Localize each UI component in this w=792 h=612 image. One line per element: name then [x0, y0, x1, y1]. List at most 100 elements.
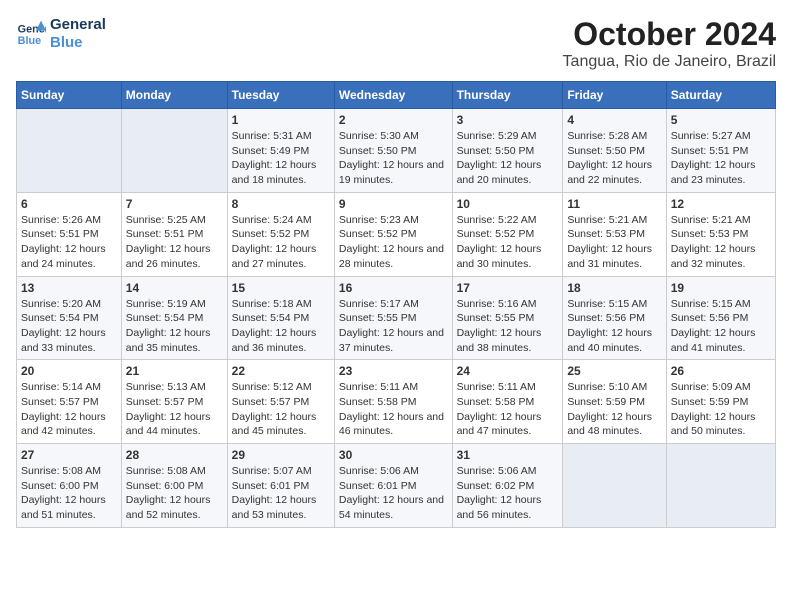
day-number: 10 [457, 197, 559, 211]
weekday-header-friday: Friday [563, 82, 666, 109]
day-number: 9 [339, 197, 448, 211]
day-cell: 18 Sunrise: 5:15 AM Sunset: 5:56 PM Dayli… [563, 276, 666, 360]
day-cell: 2Sunrise: 5:30 AM Sunset: 5:50 PM Daylig… [334, 109, 452, 193]
day-number: 30 [339, 448, 448, 462]
day-info: Sunrise: 5:17 AM Sunset: 5:55 PM Dayligh… [339, 297, 448, 356]
day-info: Sunrise: 5:27 AM Sunset: 5:51 PM Dayligh… [671, 129, 771, 188]
day-cell [17, 109, 122, 193]
week-row-3: 13Sunrise: 5:20 AM Sunset: 5:54 PM Dayli… [17, 276, 776, 360]
day-number: 25 [567, 364, 661, 378]
day-number: 16 [339, 281, 448, 295]
week-row-5: 27 Sunrise: 5:08 AM Sunset: 6:00 PM Dayli… [17, 444, 776, 528]
day-cell: 1 Sunrise: 5:31 AM Sunset: 5:49 PM Daylig… [227, 109, 334, 193]
day-info: Sunrise: 5:26 AM Sunset: 5:51 PM Dayligh… [21, 213, 117, 272]
day-number: 31 [457, 448, 559, 462]
title-block: October 2024 Tangua, Rio de Janeiro, Bra… [563, 16, 776, 71]
day-number: 4 [567, 113, 661, 127]
day-cell: 6Sunrise: 5:26 AM Sunset: 5:51 PM Daylig… [17, 192, 122, 276]
day-info: Sunrise: 5:11 AM Sunset: 5:58 PM Dayligh… [457, 380, 559, 439]
page-header: General Blue General Blue October 2024 T… [16, 16, 776, 71]
day-number: 20 [21, 364, 117, 378]
day-cell: 11 Sunrise: 5:21 AM Sunset: 5:53 PM Dayli… [563, 192, 666, 276]
day-number: 8 [232, 197, 330, 211]
day-cell: 16 Sunrise: 5:17 AM Sunset: 5:55 PM Dayli… [334, 276, 452, 360]
day-info: Sunrise: 5:15 AM Sunset: 5:56 PM Dayligh… [567, 297, 661, 356]
day-number: 17 [457, 281, 559, 295]
day-info: Sunrise: 5:24 AM Sunset: 5:52 PM Dayligh… [232, 213, 330, 272]
day-info: Sunrise: 5:31 AM Sunset: 5:49 PM Dayligh… [232, 129, 330, 188]
day-cell: 13Sunrise: 5:20 AM Sunset: 5:54 PM Dayli… [17, 276, 122, 360]
day-cell: 29 Sunrise: 5:07 AM Sunset: 6:01 PM Dayli… [227, 444, 334, 528]
day-cell: 20 Sunrise: 5:14 AM Sunset: 5:57 PM Dayli… [17, 360, 122, 444]
day-info: Sunrise: 5:19 AM Sunset: 5:54 PM Dayligh… [126, 297, 223, 356]
day-number: 24 [457, 364, 559, 378]
logo-line1: General [50, 16, 106, 34]
day-info: Sunrise: 5:21 AM Sunset: 5:53 PM Dayligh… [567, 213, 661, 272]
day-info: Sunrise: 5:06 AM Sunset: 6:02 PM Dayligh… [457, 464, 559, 523]
day-info: Sunrise: 5:06 AM Sunset: 6:01 PM Dayligh… [339, 464, 448, 523]
day-number: 12 [671, 197, 771, 211]
day-info: Sunrise: 5:21 AM Sunset: 5:53 PM Dayligh… [671, 213, 771, 272]
day-cell: 31 Sunrise: 5:06 AM Sunset: 6:02 PM Dayli… [452, 444, 563, 528]
day-number: 5 [671, 113, 771, 127]
svg-text:Blue: Blue [18, 35, 41, 47]
day-number: 13 [21, 281, 117, 295]
weekday-header-wednesday: Wednesday [334, 82, 452, 109]
weekday-header-thursday: Thursday [452, 82, 563, 109]
day-cell [121, 109, 227, 193]
day-number: 15 [232, 281, 330, 295]
day-number: 27 [21, 448, 117, 462]
day-cell: 27 Sunrise: 5:08 AM Sunset: 6:00 PM Dayli… [17, 444, 122, 528]
day-number: 2 [339, 113, 448, 127]
day-cell: 22Sunrise: 5:12 AM Sunset: 5:57 PM Dayli… [227, 360, 334, 444]
day-cell: 4 Sunrise: 5:28 AM Sunset: 5:50 PM Daylig… [563, 109, 666, 193]
day-cell: 30 Sunrise: 5:06 AM Sunset: 6:01 PM Dayli… [334, 444, 452, 528]
day-cell: 25Sunrise: 5:10 AM Sunset: 5:59 PM Dayli… [563, 360, 666, 444]
day-number: 3 [457, 113, 559, 127]
weekday-header-row: SundayMondayTuesdayWednesdayThursdayFrid… [17, 82, 776, 109]
weekday-header-sunday: Sunday [17, 82, 122, 109]
day-number: 11 [567, 197, 661, 211]
day-cell: 15 Sunrise: 5:18 AM Sunset: 5:54 PM Dayli… [227, 276, 334, 360]
day-info: Sunrise: 5:08 AM Sunset: 6:00 PM Dayligh… [126, 464, 223, 523]
day-number: 7 [126, 197, 223, 211]
day-cell [563, 444, 666, 528]
day-cell: 24 Sunrise: 5:11 AM Sunset: 5:58 PM Dayli… [452, 360, 563, 444]
day-cell: 17 Sunrise: 5:16 AM Sunset: 5:55 PM Dayli… [452, 276, 563, 360]
day-number: 18 [567, 281, 661, 295]
day-number: 14 [126, 281, 223, 295]
day-info: Sunrise: 5:15 AM Sunset: 5:56 PM Dayligh… [671, 297, 771, 356]
day-info: Sunrise: 5:22 AM Sunset: 5:52 PM Dayligh… [457, 213, 559, 272]
weekday-header-saturday: Saturday [666, 82, 775, 109]
day-number: 29 [232, 448, 330, 462]
day-number: 23 [339, 364, 448, 378]
calendar-table: SundayMondayTuesdayWednesdayThursdayFrid… [16, 81, 776, 528]
day-number: 26 [671, 364, 771, 378]
day-cell: 28 Sunrise: 5:08 AM Sunset: 6:00 PM Dayli… [121, 444, 227, 528]
day-info: Sunrise: 5:13 AM Sunset: 5:57 PM Dayligh… [126, 380, 223, 439]
day-number: 21 [126, 364, 223, 378]
day-number: 19 [671, 281, 771, 295]
logo-line2: Blue [50, 34, 106, 52]
day-info: Sunrise: 5:16 AM Sunset: 5:55 PM Dayligh… [457, 297, 559, 356]
day-info: Sunrise: 5:08 AM Sunset: 6:00 PM Dayligh… [21, 464, 117, 523]
day-info: Sunrise: 5:23 AM Sunset: 5:52 PM Dayligh… [339, 213, 448, 272]
day-info: Sunrise: 5:28 AM Sunset: 5:50 PM Dayligh… [567, 129, 661, 188]
day-cell [666, 444, 775, 528]
weekday-header-tuesday: Tuesday [227, 82, 334, 109]
day-info: Sunrise: 5:09 AM Sunset: 5:59 PM Dayligh… [671, 380, 771, 439]
day-cell: 21 Sunrise: 5:13 AM Sunset: 5:57 PM Dayli… [121, 360, 227, 444]
day-number: 28 [126, 448, 223, 462]
day-number: 1 [232, 113, 330, 127]
day-info: Sunrise: 5:14 AM Sunset: 5:57 PM Dayligh… [21, 380, 117, 439]
day-info: Sunrise: 5:07 AM Sunset: 6:01 PM Dayligh… [232, 464, 330, 523]
day-info: Sunrise: 5:18 AM Sunset: 5:54 PM Dayligh… [232, 297, 330, 356]
week-row-2: 6Sunrise: 5:26 AM Sunset: 5:51 PM Daylig… [17, 192, 776, 276]
day-cell: 12 Sunrise: 5:21 AM Sunset: 5:53 PM Dayli… [666, 192, 775, 276]
day-info: Sunrise: 5:12 AM Sunset: 5:57 PM Dayligh… [232, 380, 330, 439]
day-cell: 8 Sunrise: 5:24 AM Sunset: 5:52 PM Daylig… [227, 192, 334, 276]
logo-icon: General Blue [16, 19, 46, 49]
day-cell: 10 Sunrise: 5:22 AM Sunset: 5:52 PM Dayli… [452, 192, 563, 276]
day-cell: 9 Sunrise: 5:23 AM Sunset: 5:52 PM Daylig… [334, 192, 452, 276]
day-cell: 7Sunrise: 5:25 AM Sunset: 5:51 PM Daylig… [121, 192, 227, 276]
